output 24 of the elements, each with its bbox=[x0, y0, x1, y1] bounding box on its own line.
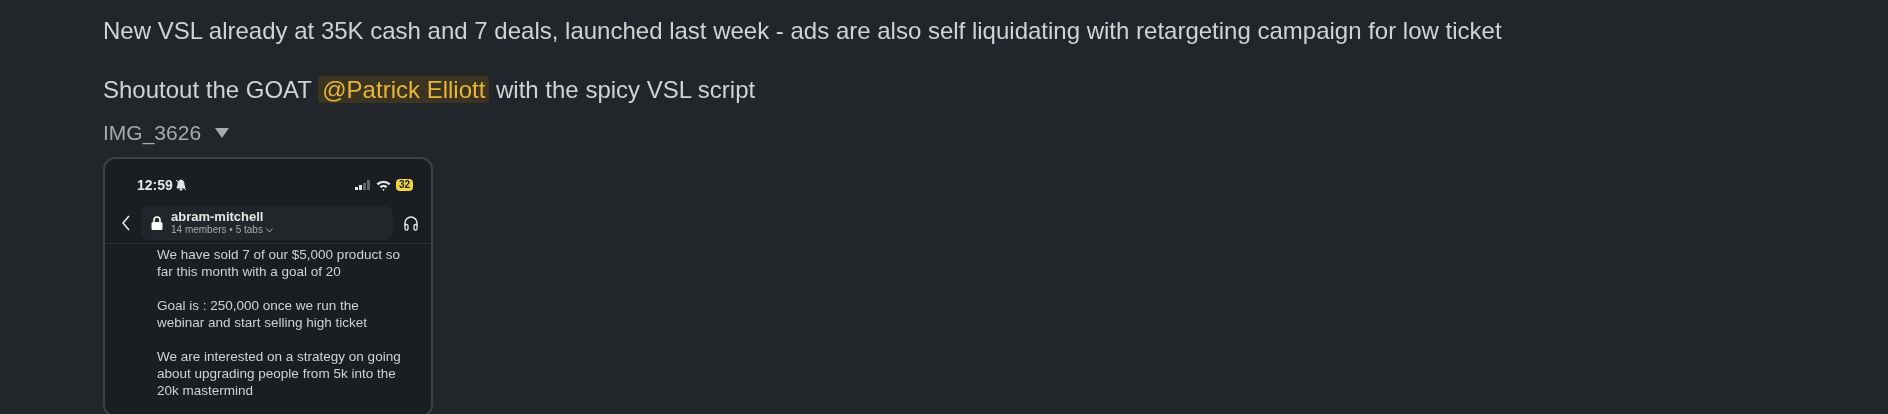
battery-level: 32 bbox=[395, 179, 413, 191]
lock-icon bbox=[151, 216, 163, 230]
message-line: far this month with a goal of 20 bbox=[157, 263, 342, 280]
message-line: Goal is : 250,000 once we run the bbox=[157, 297, 360, 314]
status-time: 12:59 bbox=[137, 177, 173, 193]
message-line: about upgrading people from 5k into the bbox=[157, 365, 397, 382]
chevron-down-icon bbox=[265, 227, 273, 233]
back-icon[interactable] bbox=[121, 215, 131, 231]
bell-muted-icon bbox=[175, 179, 186, 191]
message-line: 20k mastermind bbox=[157, 382, 255, 399]
file-name[interactable]: IMG_3626 bbox=[103, 121, 202, 145]
message-line: We are interested on a strategy on going bbox=[157, 348, 402, 365]
wifi-icon bbox=[375, 179, 391, 191]
channel-name: abram-mitchell bbox=[171, 210, 265, 224]
message-text: New VSL already at 35K cash and 7 deals, launched last week - ads are also self liquidating with retargeting campaign for low ticket bbox=[103, 16, 1503, 46]
headphones-icon[interactable] bbox=[403, 215, 419, 231]
message-line: webinar and start selling high ticket bbox=[157, 314, 369, 331]
channel-meta: 14 members • 5 tabs bbox=[171, 224, 263, 236]
signal-icon bbox=[354, 180, 371, 190]
caret-icon[interactable] bbox=[215, 128, 230, 138]
message-text: Shoutout the GOAT @Patrick Elliott with the spicy VSL script bbox=[103, 75, 757, 105]
user-mention[interactable]: @Patrick Elliott bbox=[318, 76, 490, 103]
message-line: We have sold 7 of our $5,000 product so bbox=[157, 246, 401, 263]
channel-header[interactable]: abram-mitchell 14 members • 5 tabs bbox=[141, 206, 393, 240]
